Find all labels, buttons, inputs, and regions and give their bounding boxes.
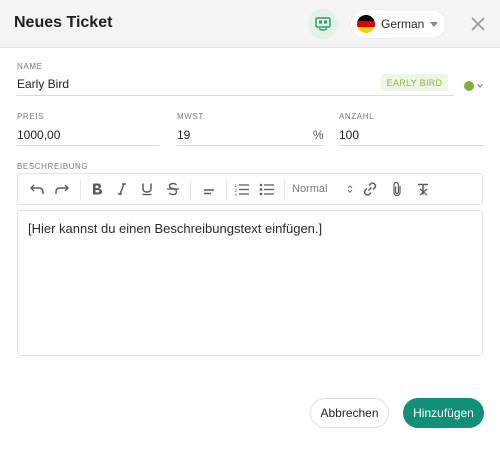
editor-toolbar: 123 Normal xyxy=(17,173,483,205)
close-icon[interactable] xyxy=(466,12,490,36)
strikethrough-icon[interactable] xyxy=(162,174,184,204)
attachment-icon[interactable] xyxy=(386,174,408,204)
link-icon[interactable] xyxy=(359,174,381,204)
anzahl-label: ANZAHL xyxy=(339,112,375,121)
undo-icon[interactable] xyxy=(26,174,48,204)
ticket-badge: EARLY BIRD xyxy=(381,74,448,91)
underline-icon[interactable] xyxy=(136,174,158,204)
bullet-list-icon[interactable] xyxy=(256,174,278,204)
italic-icon[interactable] xyxy=(111,174,133,204)
toolbar-separator xyxy=(190,180,191,200)
mwst-label: MWST. xyxy=(177,112,206,121)
color-chevron-icon[interactable] xyxy=(476,82,484,90)
toolbar-separator xyxy=(226,180,227,200)
align-icon[interactable] xyxy=(198,174,220,204)
new-ticket-modal: Neues Ticket German NAME Early Bird EARL… xyxy=(0,0,500,449)
language-label: German xyxy=(381,17,425,31)
clear-format-icon[interactable] xyxy=(412,174,434,204)
ordered-list-icon[interactable]: 123 xyxy=(231,174,253,204)
format-select-value: Normal xyxy=(292,183,328,195)
preis-label: PREIS xyxy=(17,112,45,121)
preis-input[interactable]: 1000,00 xyxy=(17,128,60,142)
name-label: NAME xyxy=(17,62,43,71)
toolbar-separator xyxy=(284,180,285,200)
name-underline xyxy=(17,95,454,96)
format-select[interactable]: Normal xyxy=(292,174,356,204)
anzahl-input[interactable]: 100 xyxy=(339,128,359,142)
redo-icon[interactable] xyxy=(51,174,73,204)
anzahl-underline xyxy=(339,145,484,146)
german-flag-icon xyxy=(357,15,375,33)
bold-icon[interactable] xyxy=(86,174,108,204)
select-arrows-icon xyxy=(348,184,353,194)
ticket-icon[interactable] xyxy=(308,9,338,39)
toolbar-separator xyxy=(80,180,81,200)
chevron-down-icon xyxy=(430,21,439,27)
name-input[interactable]: Early Bird xyxy=(17,77,69,91)
preis-underline xyxy=(17,145,159,146)
add-button[interactable]: Hinzufügen xyxy=(403,398,484,428)
mwst-unit: % xyxy=(313,128,324,142)
language-selector[interactable]: German xyxy=(350,9,446,39)
modal-title: Neues Ticket xyxy=(14,14,113,31)
cancel-button[interactable]: Abbrechen xyxy=(310,398,389,428)
modal-header: Neues Ticket German xyxy=(0,0,500,48)
beschreibung-label: BESCHREIBUNG xyxy=(17,162,89,171)
mwst-input[interactable]: 19 xyxy=(177,128,190,142)
color-picker[interactable] xyxy=(464,81,474,91)
svg-text:3: 3 xyxy=(235,192,238,196)
mwst-underline xyxy=(177,145,323,146)
description-text[interactable]: [Hier kannst du einen Beschreibungstext … xyxy=(28,221,322,236)
description-editor[interactable]: [Hier kannst du einen Beschreibungstext … xyxy=(17,210,483,356)
